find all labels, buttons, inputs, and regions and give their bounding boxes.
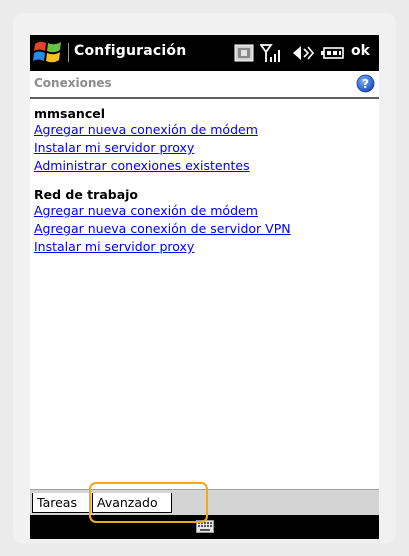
title-bar: Configuración ok	[30, 35, 379, 71]
tab-bar: Tareas Avanzado	[30, 489, 379, 515]
signal-icon[interactable]	[260, 43, 286, 63]
windows-start-icon[interactable]	[32, 38, 64, 66]
link-add-modem-connection[interactable]: Agregar nueva conexión de módem	[34, 122, 258, 137]
svg-text:?: ?	[362, 77, 369, 91]
battery-icon[interactable]	[320, 43, 344, 63]
section-title-work-network: Red de trabajo	[34, 187, 139, 202]
link-add-vpn-connection[interactable]: Agregar nueva conexión de servidor VPN	[34, 221, 291, 236]
help-icon[interactable]: ?	[356, 74, 375, 93]
link-install-proxy[interactable]: Instalar mi servidor proxy	[34, 140, 194, 155]
device-screen: Configuración ok Conexiones ? mmsancel A…	[30, 35, 379, 539]
link-install-proxy-work[interactable]: Instalar mi servidor proxy	[34, 239, 194, 254]
page-title: Conexiones	[34, 76, 112, 90]
link-add-modem-connection-work[interactable]: Agregar nueva conexión de módem	[34, 203, 258, 218]
keyboard-icon[interactable]	[196, 520, 214, 533]
app-title: Configuración	[74, 43, 187, 59]
section-title-mmsancel: mmsancel	[34, 106, 105, 121]
title-separator	[68, 43, 69, 62]
bottom-bar	[30, 515, 379, 539]
volume-icon[interactable]	[291, 43, 315, 63]
tab-avanzado[interactable]: Avanzado	[92, 493, 172, 513]
page-header: Conexiones ?	[30, 71, 379, 99]
sim-card-icon[interactable]	[234, 43, 254, 63]
ok-button[interactable]: ok	[351, 43, 370, 59]
tab-tareas[interactable]: Tareas	[32, 493, 91, 513]
link-manage-connections[interactable]: Administrar conexiones existentes	[34, 158, 250, 173]
